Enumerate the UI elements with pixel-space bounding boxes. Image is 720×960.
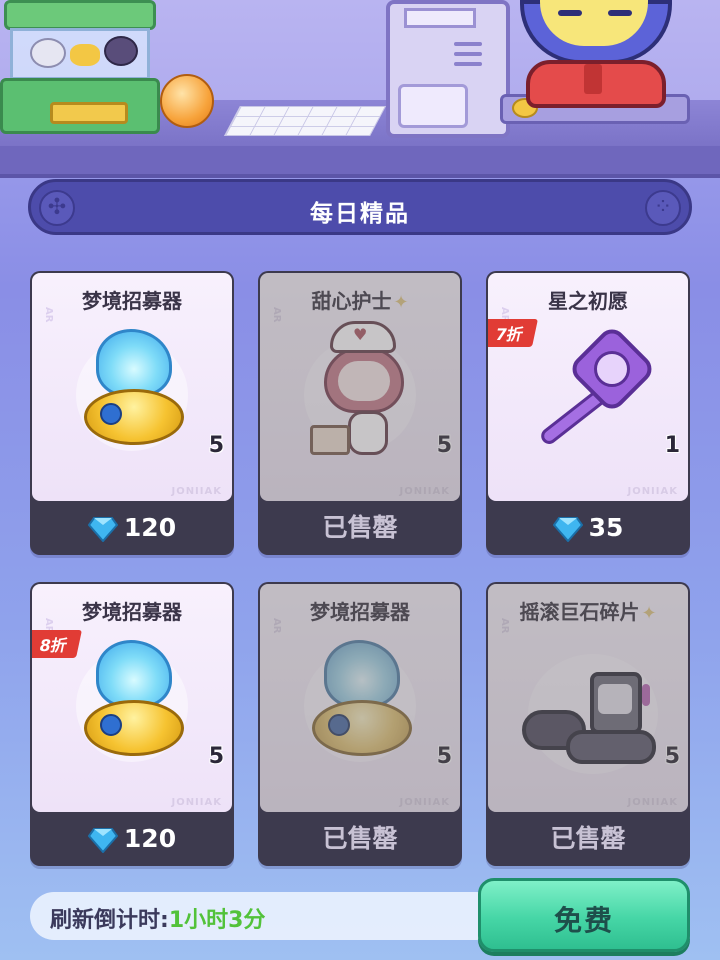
dream-recruiter-icon [84, 640, 184, 764]
sold-out-label: 已售罄 [322, 824, 398, 853]
daily-deals-banner: ✣ 每日精品 ⁘ [28, 179, 692, 235]
free-refresh-button[interactable]: 免费 [478, 878, 690, 952]
item-name: 星之初愿 [548, 289, 628, 313]
refresh-time: 1小时3分 [168, 908, 266, 933]
item-quantity: 5 [436, 744, 452, 769]
refresh-label: 刷新倒计时: [50, 908, 169, 933]
item-name: 梦境招募器 [82, 600, 182, 624]
grid-paper [224, 106, 386, 136]
price-value: 35 [588, 513, 624, 542]
shop-card-1[interactable]: AR 梦境招募器 5 JONIIAK 120 [30, 271, 234, 555]
capsule-ball [160, 74, 214, 128]
buttons-icon: ⁘ [645, 190, 681, 226]
shop-card-4[interactable]: AR 梦境招募器 8折 5 JONIIAK 120 [30, 582, 234, 866]
card-art: AR 星之初愿 7折 1 JONIIAK [488, 273, 688, 501]
gem-icon [552, 517, 583, 542]
discount-badge: 8折 [32, 630, 83, 658]
refresh-countdown: 刷新倒计时:1小时3分 [30, 892, 500, 940]
shop-card-6[interactable]: AR 摇滚巨石碎片 ✦ 5 JONIIAK 已售罄 [486, 582, 690, 866]
price-value: 120 [123, 824, 177, 853]
item-quantity: 1 [664, 433, 680, 458]
star-wish-key-icon [528, 323, 658, 457]
discount-badge: 7折 [488, 319, 539, 347]
gem-icon [87, 517, 118, 542]
claw-machine [0, 0, 160, 138]
cash-machine [386, 0, 510, 138]
sold-out-label: 已售罄 [322, 513, 398, 542]
sold-out-label: 已售罄 [550, 824, 626, 853]
item-quantity: 5 [436, 433, 452, 458]
price-button[interactable]: 35 [486, 505, 690, 551]
shop-card-2[interactable]: AR ♥ 甜心护士 ✦ 5 JONIIAK 已售罄 [258, 271, 462, 555]
counter-front [0, 146, 720, 178]
shop-card-5[interactable]: AR 梦境招募器 5 JONIIAK 已售罄 [258, 582, 462, 866]
dream-recruiter-icon [84, 329, 184, 453]
item-quantity: 5 [208, 744, 224, 769]
item-name: 梦境招募器 [82, 289, 182, 313]
item-quantity: 5 [664, 744, 680, 769]
card-art: AR ♥ 甜心护士 ✦ 5 JONIIAK [260, 273, 460, 501]
page-title: 每日精品 [310, 201, 410, 227]
item-quantity: 5 [208, 433, 224, 458]
item-name: 梦境招募器 [310, 600, 410, 624]
sweet-nurse-character: ♥ [310, 321, 420, 471]
shop-scene [0, 0, 720, 178]
rock-golem-character [518, 654, 668, 774]
card-art: AR 梦境招募器 8折 5 JONIIAK [32, 584, 232, 812]
free-button-label: 免费 [553, 904, 614, 937]
item-name: 甜心护士 [311, 289, 392, 313]
gem-icon [87, 828, 118, 853]
shop-card-3[interactable]: AR 星之初愿 7折 1 JONIIAK 35 [486, 271, 690, 555]
shopkeeper-mascot [512, 0, 682, 118]
puzzle-piece-icon: ✦ [393, 292, 409, 313]
puzzle-piece-icon: ✦ [641, 603, 657, 624]
price-value: 120 [123, 513, 177, 542]
card-art: AR 摇滚巨石碎片 ✦ 5 JONIIAK [488, 584, 688, 812]
card-art: AR 梦境招募器 5 JONIIAK [260, 584, 460, 812]
card-art: AR 梦境招募器 5 JONIIAK [32, 273, 232, 501]
price-button[interactable]: 120 [30, 816, 234, 862]
dream-recruiter-icon [312, 640, 412, 764]
price-button[interactable]: 120 [30, 505, 234, 551]
item-name: 摇滚巨石碎片 [519, 600, 640, 624]
